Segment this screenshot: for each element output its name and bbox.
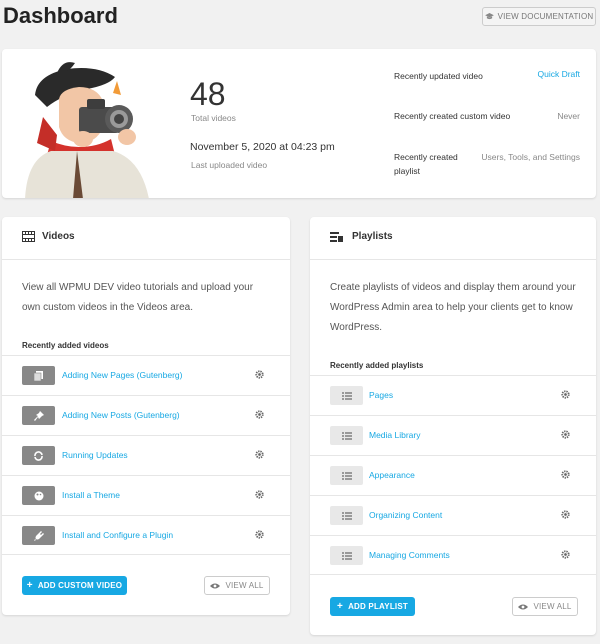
playlists-header: Playlists bbox=[310, 217, 596, 260]
add-custom-video-button[interactable]: + ADD CUSTOM VIDEO bbox=[22, 576, 127, 595]
plus-icon: + bbox=[337, 601, 344, 612]
gear-icon[interactable] bbox=[255, 370, 264, 379]
video-title-link[interactable]: Running Updates bbox=[62, 450, 128, 460]
gear-icon[interactable] bbox=[561, 470, 570, 479]
pin-icon bbox=[33, 410, 44, 421]
list-icon bbox=[341, 431, 352, 440]
recently-added-playlists-label: Recently added playlists bbox=[330, 361, 424, 370]
video-row[interactable]: Install and Configure a Plugin bbox=[2, 515, 290, 555]
gear-icon[interactable] bbox=[561, 430, 570, 439]
playlists-view-all-button[interactable]: VIEW ALL bbox=[512, 597, 578, 616]
list-icon bbox=[341, 471, 352, 480]
list-icon bbox=[341, 391, 352, 400]
playlist-thumbnail bbox=[330, 426, 363, 445]
video-row[interactable]: Install a Theme bbox=[2, 475, 290, 515]
videos-card: Videos View all WPMU DEV video tutorials… bbox=[2, 217, 290, 615]
view-documentation-label: VIEW DOCUMENTATION bbox=[497, 12, 594, 21]
recently-updated-video-value[interactable]: Quick Draft bbox=[537, 69, 580, 79]
gear-icon[interactable] bbox=[255, 530, 264, 539]
gear-icon[interactable] bbox=[255, 490, 264, 499]
pages-icon bbox=[33, 370, 43, 381]
video-thumbnail bbox=[22, 486, 55, 505]
video-row[interactable]: Running Updates bbox=[2, 435, 290, 475]
videos-description: View all WPMU DEV video tutorials and up… bbox=[22, 282, 254, 313]
playlist-thumbnail bbox=[330, 546, 363, 565]
list-icon bbox=[341, 551, 352, 560]
playlist-title-link[interactable]: Appearance bbox=[369, 470, 415, 480]
playlist-thumbnail bbox=[330, 506, 363, 525]
video-title-link[interactable]: Install and Configure a Plugin bbox=[62, 530, 173, 540]
graduation-cap-icon bbox=[484, 13, 494, 20]
last-upload-date: November 5, 2020 at 04:23 pm bbox=[190, 141, 335, 153]
playlist-row[interactable]: Appearance bbox=[310, 455, 596, 495]
playlist-title-link[interactable]: Organizing Content bbox=[369, 510, 442, 520]
recently-created-playlist-value: Users, Tools, and Settings bbox=[481, 152, 580, 162]
videos-header: Videos bbox=[2, 217, 290, 260]
recently-created-custom-video-label: Recently created custom video bbox=[394, 111, 511, 121]
total-videos-count: 48 bbox=[190, 76, 226, 112]
playlist-row[interactable]: Pages bbox=[310, 375, 596, 415]
playlists-card: Playlists Create playlists of videos and… bbox=[310, 217, 596, 635]
gear-icon[interactable] bbox=[561, 510, 570, 519]
playlists-description: Create playlists of videos and display t… bbox=[330, 282, 576, 333]
refresh-icon bbox=[34, 450, 43, 461]
playlists-view-all-label: VIEW ALL bbox=[533, 602, 572, 611]
page-header: Dashboard VIEW DOCUMENTATION bbox=[0, 0, 600, 40]
gear-icon[interactable] bbox=[255, 410, 264, 419]
gear-icon[interactable] bbox=[561, 550, 570, 559]
gear-icon[interactable] bbox=[561, 390, 570, 399]
add-custom-video-label: ADD CUSTOM VIDEO bbox=[37, 581, 123, 590]
video-thumbnail bbox=[22, 446, 55, 465]
videos-title: Videos bbox=[42, 231, 75, 242]
video-thumbnail bbox=[22, 526, 55, 545]
page-title: Dashboard bbox=[3, 3, 118, 28]
plugin-icon bbox=[33, 530, 44, 541]
cameraman-illustration bbox=[25, 62, 149, 198]
recently-created-custom-video-value: Never bbox=[557, 111, 580, 121]
list-icon bbox=[341, 511, 352, 520]
playlist-row[interactable]: Managing Comments bbox=[310, 535, 596, 575]
film-strip-icon bbox=[22, 231, 35, 242]
video-thumbnail bbox=[22, 406, 55, 425]
add-playlist-label: ADD PLAYLIST bbox=[348, 602, 408, 611]
view-documentation-button[interactable]: VIEW DOCUMENTATION bbox=[482, 7, 596, 26]
video-thumbnail bbox=[22, 366, 55, 385]
videos-list: Adding New Pages (Gutenberg) Adding New … bbox=[2, 355, 290, 555]
playlist-thumbnail bbox=[330, 386, 363, 405]
playlist-title-link[interactable]: Pages bbox=[369, 390, 393, 400]
playlist-row[interactable]: Media Library bbox=[310, 415, 596, 455]
video-row[interactable]: Adding New Pages (Gutenberg) bbox=[2, 355, 290, 395]
playlists-title: Playlists bbox=[352, 231, 393, 242]
eye-icon bbox=[518, 604, 529, 609]
total-videos-label: Total videos bbox=[191, 113, 236, 123]
video-title-link[interactable]: Adding New Pages (Gutenberg) bbox=[62, 370, 183, 380]
videos-view-all-button[interactable]: VIEW ALL bbox=[204, 576, 270, 595]
video-row[interactable]: Adding New Posts (Gutenberg) bbox=[2, 395, 290, 435]
summary-card: 48 Total videos November 5, 2020 at 04:2… bbox=[2, 49, 596, 198]
plus-icon: + bbox=[26, 580, 33, 591]
gear-icon[interactable] bbox=[255, 450, 264, 459]
video-title-link[interactable]: Adding New Posts (Gutenberg) bbox=[62, 410, 180, 420]
playlist-title-link[interactable]: Managing Comments bbox=[369, 550, 450, 560]
eye-icon bbox=[210, 583, 221, 588]
palette-icon bbox=[34, 491, 43, 500]
recently-created-playlist-label: Recently created playlist bbox=[394, 152, 458, 176]
add-playlist-button[interactable]: + ADD PLAYLIST bbox=[330, 597, 415, 616]
playlist-thumbnail bbox=[330, 466, 363, 485]
playlist-icon bbox=[330, 232, 343, 242]
video-title-link[interactable]: Install a Theme bbox=[62, 490, 120, 500]
playlist-title-link[interactable]: Media Library bbox=[369, 430, 421, 440]
playlists-list: Pages Media Library Appearance Organizin… bbox=[310, 375, 596, 575]
playlist-row[interactable]: Organizing Content bbox=[310, 495, 596, 535]
videos-view-all-label: VIEW ALL bbox=[225, 581, 264, 590]
recently-added-videos-label: Recently added videos bbox=[22, 341, 109, 350]
recently-updated-video-label: Recently updated video bbox=[394, 71, 483, 81]
last-upload-label: Last uploaded video bbox=[191, 160, 268, 170]
